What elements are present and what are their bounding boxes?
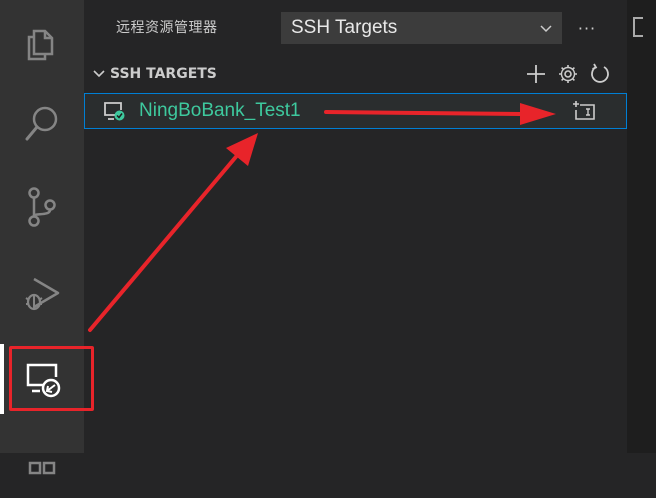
annotation-arrow-to-host [88, 133, 258, 332]
annotation-overlay [88, 103, 556, 332]
annotation-arrow-to-action [324, 103, 556, 125]
